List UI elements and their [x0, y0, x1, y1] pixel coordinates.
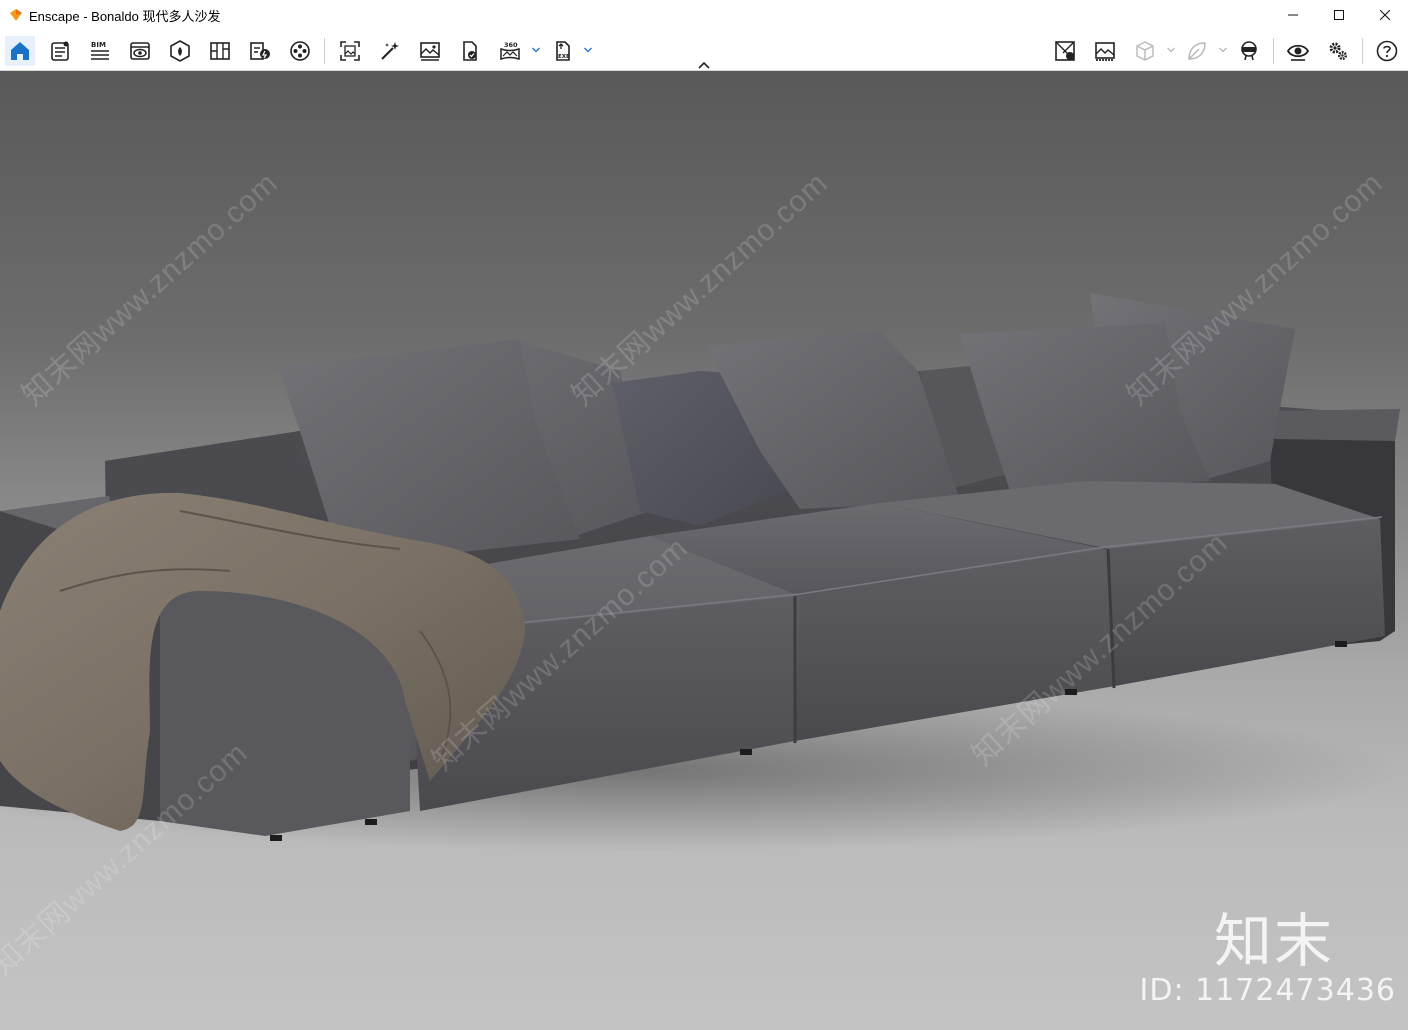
render-viewport[interactable]: 知末网www.znzmo.com 知末网www.znzmo.com 知末网www… [0, 71, 1408, 1030]
svg-text:360: 360 [504, 41, 518, 49]
visual-settings-button[interactable] [1090, 36, 1120, 66]
settings-list-button[interactable] [45, 36, 75, 66]
chevron-down-icon [1167, 47, 1175, 53]
sun-study-icon [250, 42, 270, 60]
batch-render-button[interactable] [415, 36, 445, 66]
batch-render-icon [420, 42, 440, 61]
home-button[interactable] [5, 36, 35, 66]
material-editor-icon [210, 42, 230, 60]
enscape-logo-icon [9, 8, 23, 22]
maximize-icon [1334, 10, 1344, 20]
leaf-icon [1188, 42, 1206, 60]
panorama-icon: 360 [500, 41, 520, 61]
map-overlay-button[interactable] [1050, 36, 1080, 66]
toolbar-separator [324, 38, 325, 64]
help-button[interactable] [1372, 36, 1402, 66]
screenshot-icon [340, 41, 360, 61]
bim-button[interactable]: BIM [85, 36, 115, 66]
section-box-button[interactable] [1130, 36, 1160, 66]
home-icon [11, 42, 29, 60]
window-title: Enscape - Bonaldo 现代多人沙发 [29, 8, 221, 24]
help-icon [1376, 40, 1398, 62]
asset-library-icon [170, 40, 190, 62]
title-bar: Enscape - Bonaldo 现代多人沙发 [0, 0, 1408, 30]
leaf-button[interactable] [1182, 36, 1212, 66]
minimize-icon [1288, 14, 1298, 16]
section-box-dropdown-toggle[interactable] [1166, 44, 1176, 56]
export-exe-icon: EXE [556, 41, 570, 61]
toolbar-separator [1273, 38, 1274, 64]
material-editor-button[interactable] [205, 36, 235, 66]
sun-study-button[interactable] [245, 36, 275, 66]
view-management-icon [130, 42, 150, 60]
panorama-button[interactable]: 360 [495, 36, 525, 66]
section-box-icon [1136, 41, 1154, 61]
live-view-icon [1286, 44, 1310, 61]
settings-gear-icon [1329, 42, 1348, 61]
vr-headset-icon [1241, 41, 1257, 61]
close-button[interactable] [1362, 0, 1408, 30]
close-icon [1380, 10, 1390, 20]
map-overlay-icon [1055, 41, 1075, 61]
bim-icon: BIM [91, 41, 109, 60]
safe-frame-icon [463, 41, 477, 61]
svg-text:EXE: EXE [558, 54, 570, 60]
asset-id-label: ID: 1172473436 [1139, 973, 1396, 1008]
minimize-button[interactable] [1270, 0, 1316, 30]
chevron-up-icon [698, 61, 710, 69]
settings-gear-button[interactable] [1323, 36, 1353, 66]
safe-frame-button[interactable] [455, 36, 485, 66]
video-editor-button[interactable] [285, 36, 315, 66]
svg-text:BIM: BIM [91, 41, 106, 49]
vr-headset-button[interactable] [1234, 36, 1264, 66]
chevron-down-icon [532, 47, 540, 53]
chevron-down-icon [1219, 47, 1227, 53]
collapse-toolbar-button[interactable] [695, 59, 713, 71]
screenshot-button[interactable] [335, 36, 365, 66]
brand-watermark: 知末 [1214, 907, 1335, 975]
render-enhance-button[interactable] [375, 36, 405, 66]
live-view-button[interactable] [1283, 36, 1313, 66]
leaf-dropdown-toggle[interactable] [1218, 44, 1228, 56]
settings-list-icon [51, 41, 69, 61]
video-editor-icon [290, 41, 310, 61]
export-dropdown-toggle[interactable] [583, 44, 593, 56]
view-management-button[interactable] [125, 36, 155, 66]
panorama-dropdown-toggle[interactable] [531, 44, 541, 56]
asset-library-button[interactable] [165, 36, 195, 66]
maximize-button[interactable] [1316, 0, 1362, 30]
render-enhance-icon [381, 42, 399, 60]
chevron-down-icon [584, 47, 592, 53]
visual-settings-icon [1095, 42, 1115, 61]
export-exe-button[interactable]: EXE [548, 36, 578, 66]
toolbar-separator [1362, 38, 1363, 64]
